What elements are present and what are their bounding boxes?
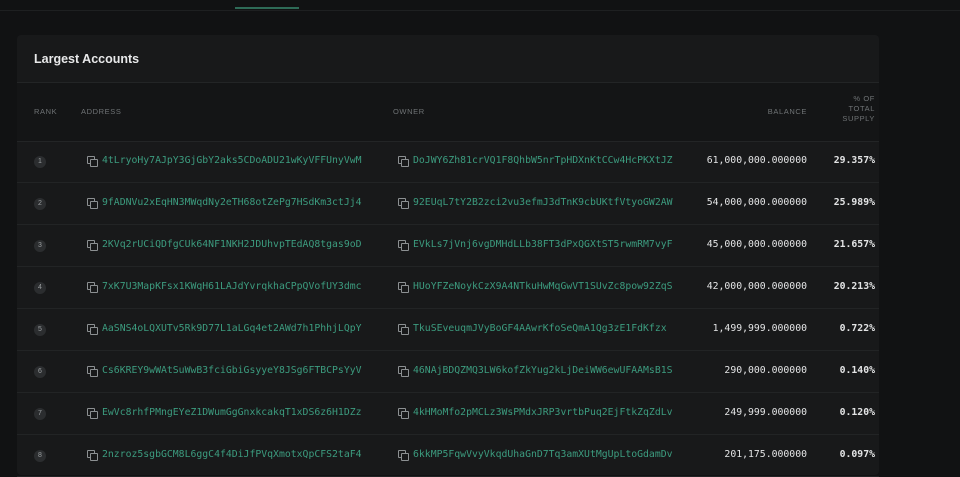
copy-icon[interactable] [87, 198, 98, 209]
copy-icon[interactable] [398, 156, 409, 167]
pct-header-line: % OF [853, 94, 875, 103]
column-header-owner: OWNER [393, 107, 425, 116]
column-header-address: ADDRESS [81, 107, 122, 116]
panel-header: Largest Accounts [17, 35, 879, 83]
pct-supply-value: 21.657% [833, 239, 875, 250]
balance-value: 45,000,000.000000 [706, 239, 807, 250]
table-body: 1 4tLryoHy7AJpY3GjGbY2aks5CDoADU21wKyVFF… [17, 141, 879, 477]
copy-icon[interactable] [398, 198, 409, 209]
pct-header-line: SUPPLY [842, 114, 875, 123]
address-link[interactable]: 2KVq2rUCiQDfgCUk64NF1NKH2JDUhvpTEdAQ8tga… [102, 239, 362, 250]
copy-icon[interactable] [398, 366, 409, 377]
table-row: 5 AaSNS4oLQXUTv5Rk9D77L1aLGq4et2AWd7h1Ph… [17, 309, 879, 351]
panel-title: Largest Accounts [34, 51, 140, 66]
balance-value: 290,000.000000 [724, 365, 807, 376]
balance-value: 61,000,000.000000 [706, 155, 807, 166]
owner-link[interactable]: HUoYFZeNoykCzX9A4NTkuHwMqGwVT1SUvZc8pow9… [413, 281, 673, 292]
owner-link[interactable]: 6kkMP5FqwVvyVkqdUhaGnD7Tq3amXUtMgUpLtoGd… [413, 449, 673, 460]
owner-link[interactable]: TkuSEveuqmJVyBoGF4AAwrKfoSeQmA1Qg3zE1FdK… [413, 323, 667, 334]
copy-icon[interactable] [398, 450, 409, 461]
active-tab-indicator [235, 7, 299, 9]
pct-supply-value: 0.097% [839, 449, 875, 460]
owner-link[interactable]: 46NAjBDQZMQ3LW6kofZkYug2kLjDeiWW6ewUFAAM… [413, 365, 673, 376]
owner-link[interactable]: EVkLs7jVnj6vgDMHdLLb38FT3dPxQGXtST5rwmRM… [413, 239, 673, 250]
balance-value: 42,000,000.000000 [706, 281, 807, 292]
rank-badge: 1 [34, 156, 46, 168]
owner-link[interactable]: 4kHMoMfo2pMCLz3WsPMdxJRP3vrtbPuq2EjFtkZq… [413, 407, 673, 418]
table-row: 2 9fADNVu2xEqHN3MWqdNy2eTH68otZePg7HSdKm… [17, 183, 879, 225]
rank-badge: 5 [34, 324, 46, 336]
pct-supply-value: 0.120% [839, 407, 875, 418]
pct-supply-value: 20.213% [833, 281, 875, 292]
column-header-pct-supply: % OF TOTAL SUPPLY [815, 94, 875, 124]
rank-badge: 8 [34, 450, 46, 462]
balance-value: 201,175.000000 [724, 449, 807, 460]
balance-value: 1,499,999.000000 [712, 323, 807, 334]
copy-icon[interactable] [87, 408, 98, 419]
table-row: 8 2nzroz5sgbGCM8L6ggC4f4DiJfPVqXmotxQpCF… [17, 435, 879, 477]
table-row: 3 2KVq2rUCiQDfgCUk64NF1NKH2JDUhvpTEdAQ8t… [17, 225, 879, 267]
pct-supply-value: 25.989% [833, 197, 875, 208]
copy-icon[interactable] [87, 282, 98, 293]
balance-value: 54,000,000.000000 [706, 197, 807, 208]
address-link[interactable]: AaSNS4oLQXUTv5Rk9D77L1aLGq4et2AWd7h1Phhj… [102, 323, 362, 334]
address-link[interactable]: 4tLryoHy7AJpY3GjGbY2aks5CDoADU21wKyVFFUn… [102, 155, 362, 166]
top-nav-bar [0, 0, 960, 11]
owner-link[interactable]: DoJWY6Zh81crVQ1F8QhbW5nrTpHDXnKtCCw4HcPK… [413, 155, 673, 166]
copy-icon[interactable] [87, 324, 98, 335]
copy-icon[interactable] [87, 366, 98, 377]
table-row: 4 7xK7U3MapKFsx1KWqH61LAJdYvrqkhaCPpQVof… [17, 267, 879, 309]
copy-icon[interactable] [398, 408, 409, 419]
pct-supply-value: 0.140% [839, 365, 875, 376]
address-link[interactable]: 9fADNVu2xEqHN3MWqdNy2eTH68otZePg7HSdKm3c… [102, 197, 362, 208]
copy-icon[interactable] [398, 282, 409, 293]
balance-value: 249,999.000000 [724, 407, 807, 418]
copy-icon[interactable] [87, 240, 98, 251]
rank-badge: 7 [34, 408, 46, 420]
owner-link[interactable]: 92EUqL7tY2B2zci2vu3efmJ3dTnK9cbUKtfVtyoG… [413, 197, 673, 208]
copy-icon[interactable] [398, 324, 409, 335]
table-header: RANK ADDRESS OWNER BALANCE % OF TOTAL SU… [17, 83, 879, 142]
table-row: 1 4tLryoHy7AJpY3GjGbY2aks5CDoADU21wKyVFF… [17, 141, 879, 183]
table-row: 6 Cs6KREY9wWAtSuWwB3fciGbiGsyyeY8JSg6FTB… [17, 351, 879, 393]
column-header-balance: BALANCE [767, 107, 807, 116]
pct-supply-value: 0.722% [839, 323, 875, 334]
address-link[interactable]: 2nzroz5sgbGCM8L6ggC4f4DiJfPVqXmotxQpCFS2… [102, 449, 362, 460]
pct-supply-value: 29.357% [833, 155, 875, 166]
rank-badge: 3 [34, 240, 46, 252]
largest-accounts-panel: Largest Accounts RANK ADDRESS OWNER BALA… [17, 35, 879, 477]
column-header-rank: RANK [34, 107, 58, 116]
address-link[interactable]: Cs6KREY9wWAtSuWwB3fciGbiGsyyeY8JSg6FTBCP… [102, 365, 362, 376]
copy-icon[interactable] [87, 450, 98, 461]
pct-header-line: TOTAL [848, 104, 875, 113]
rank-badge: 6 [34, 366, 46, 378]
rank-badge: 4 [34, 282, 46, 294]
address-link[interactable]: 7xK7U3MapKFsx1KWqH61LAJdYvrqkhaCPpQVofUY… [102, 281, 362, 292]
rank-badge: 2 [34, 198, 46, 210]
table-row: 7 EwVc8rhfPMngEYeZ1DWumGgGnxkcakqT1xDS6z… [17, 393, 879, 435]
address-link[interactable]: EwVc8rhfPMngEYeZ1DWumGgGnxkcakqT1xDS6z6H… [102, 407, 362, 418]
copy-icon[interactable] [87, 156, 98, 167]
copy-icon[interactable] [398, 240, 409, 251]
